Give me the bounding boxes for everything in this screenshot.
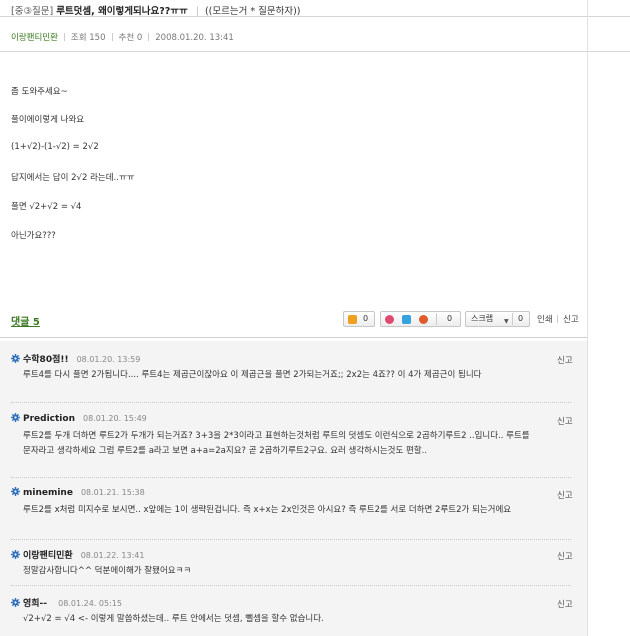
share-count: 0 <box>447 314 453 323</box>
thumbs-up-icon <box>348 315 357 324</box>
comment-report-link[interactable]: 신고 <box>557 489 573 501</box>
comment-report-link[interactable]: 신고 <box>557 598 573 610</box>
title-divider <box>0 16 630 17</box>
post-body-line: 답지에서는 답이 2√2 라는데..ㅠㅠ <box>11 173 135 183</box>
post-body-line: (1+√2)-(1-√2) = 2√2 <box>11 142 99 152</box>
comment-text: √2+√2 = √4 <- 이렇게 말씀하셨는데.. 루트 안에서는 덧셈, 뺄… <box>23 614 324 624</box>
comment-item: 수학80점!! 08.01.20. 13:59 신고 루트4를 다시 풀면 2가됩… <box>0 352 587 402</box>
recommend-count: 추천 0 <box>118 33 143 43</box>
gear-icon <box>11 487 20 496</box>
comment-date: 08.01.21. 15:38 <box>80 488 145 497</box>
gear-icon <box>11 413 20 422</box>
post-body-line: 좀 도와주세요~ <box>11 87 68 97</box>
comment-text: 루트4를 다시 풀면 2가됩니다.... 루트4는 제곱근이잖아요 이 제곱근을… <box>23 370 482 380</box>
comment-date: 08.01.20. 15:49 <box>82 414 147 423</box>
comment-item: 영희-- 08.01.24. 05:15 신고 √2+√2 = √4 <- 이렇… <box>0 596 587 632</box>
gear-icon <box>11 598 20 607</box>
comment-date: 08.01.22. 13:41 <box>80 551 145 560</box>
comment-report-link[interactable]: 신고 <box>557 415 573 427</box>
comment-item: minemine 08.01.21. 15:38 신고 루트2를 x처럼 미지수로… <box>0 487 587 537</box>
post-datetime: 2008.01.20. 13:41 <box>155 33 234 43</box>
comment-list: 수학80점!! 08.01.20. 13:59 신고 루트4를 다시 풀면 2가됩… <box>0 341 587 636</box>
comment-author[interactable]: Prediction <box>23 414 75 424</box>
comment-text: 루트2를 x처럼 미지수로 보시면.. x앞에는 1이 생략된겁니다. 즉 x+… <box>23 505 512 515</box>
comment-date: 08.01.20. 13:59 <box>76 355 141 364</box>
report-link[interactable]: 신고 <box>563 313 579 325</box>
yozm-icon <box>419 315 428 324</box>
post-body-line: 풀이에이렇게 나와요 <box>11 115 85 125</box>
comment-date: 08.01.24. 05:15 <box>58 599 122 608</box>
comment-author[interactable]: 영희-- <box>23 599 50 609</box>
post-body-line: 아닌가요??? <box>11 231 56 241</box>
comment-item: 이랑팬티민환 08.01.22. 13:41 신고 정말감사합니다^^ 덕분에이해… <box>0 548 587 584</box>
comment-author[interactable]: 수학80점!! <box>23 355 69 365</box>
scrap-label: 스크랩 <box>471 314 494 323</box>
twitter-icon <box>402 315 411 324</box>
post-body-line: 풀면 √2+√2 = √4 <box>11 202 82 212</box>
print-link[interactable]: 인쇄 <box>537 313 553 325</box>
right-border <box>587 0 588 636</box>
meta-divider <box>0 51 630 52</box>
gear-icon <box>11 354 20 363</box>
post-author[interactable]: 이랑팬티민환 <box>11 33 58 43</box>
me2day-icon <box>385 315 394 324</box>
comments-divider <box>0 337 587 338</box>
comment-report-link[interactable]: 신고 <box>557 550 573 562</box>
post-title-bar: [중③질문] 루트덧셈, 왜이렇게되나요??ㅠㅠ | ((모르는거 * 질문하자)) <box>11 6 301 17</box>
comment-text: 정말감사합니다^^ 덕분에이해가 잘됐어요ㅋㅋ <box>23 566 192 576</box>
comment-text: 루트2를 두개 더하면 루트2가 두개가 되는거죠? 3+3을 2*3이라고 표… <box>23 431 530 456</box>
view-count: 조회 150 <box>70 33 106 43</box>
like-button[interactable]: 0 <box>343 311 375 327</box>
post-meta: 이랑팬티민환 조회 150 추천 0 2008.01.20. 13:41 <box>11 31 234 43</box>
scrap-count: 0 <box>518 314 524 323</box>
comment-author[interactable]: 이랑팬티민환 <box>23 551 73 561</box>
chevron-down-icon: ▼ <box>504 318 509 325</box>
comment-item: Prediction 08.01.20. 15:49 신고 루트2를 두개 더하면… <box>0 413 587 473</box>
scrap-button[interactable]: 스크랩 ▼ 0 <box>465 311 530 327</box>
like-count: 0 <box>363 314 369 323</box>
comment-author[interactable]: minemine <box>23 488 73 498</box>
comment-report-link[interactable]: 신고 <box>557 354 573 366</box>
reply-count-link[interactable]: 댓글 5 <box>11 313 40 328</box>
share-button-group[interactable]: 0 <box>380 311 461 327</box>
gear-icon <box>11 550 20 559</box>
